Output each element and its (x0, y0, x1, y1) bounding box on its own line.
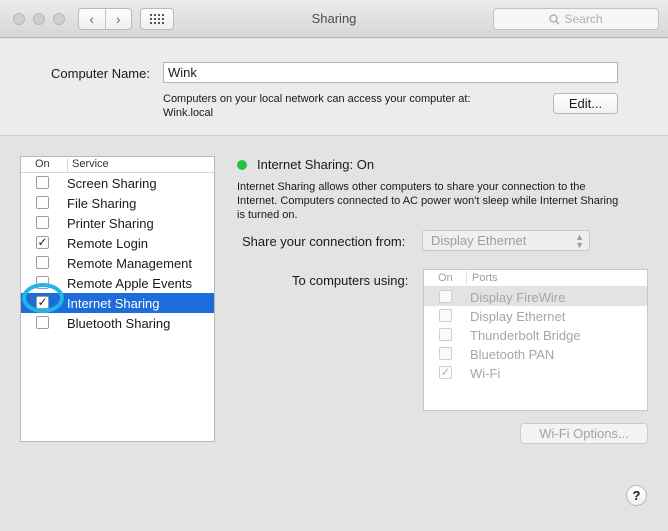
wifi-options-button[interactable]: Wi-Fi Options... (520, 423, 648, 444)
highlight-ring-annotation (22, 283, 64, 313)
port-checkbox[interactable]: ✓ (439, 366, 452, 379)
share-from-select[interactable]: Display Ethernet ▲ ▼ (422, 230, 590, 251)
service-row[interactable]: Bluetooth Sharing (21, 313, 214, 333)
ports-list: On Ports Display FireWire Display Ethern… (423, 269, 648, 411)
service-checkbox[interactable] (36, 316, 49, 329)
service-label: Printer Sharing (67, 216, 154, 231)
service-row[interactable]: Remote Management (21, 253, 214, 273)
port-row[interactable]: Display Ethernet (424, 306, 647, 325)
service-label: Remote Apple Events (67, 276, 193, 291)
services-header: On Service (21, 157, 214, 173)
computer-name-section: Computer Name: Wink Computers on your lo… (0, 39, 668, 136)
header-on: On (35, 158, 50, 170)
service-label: Internet Sharing (67, 296, 160, 311)
service-label: Bluetooth Sharing (67, 316, 171, 331)
service-label: Remote Management (67, 256, 193, 271)
computer-name-note: Computers on your local network can acce… (163, 92, 523, 120)
service-checkbox[interactable] (36, 256, 49, 269)
port-row[interactable]: ✓ Wi-Fi (424, 363, 647, 382)
port-row[interactable]: Display FireWire (424, 287, 647, 306)
updown-arrows-icon: ▲ ▼ (575, 232, 584, 250)
service-label: Remote Login (67, 236, 148, 251)
services-list: On Service Screen Sharing File Sharing P… (20, 156, 215, 442)
service-row[interactable]: Screen Sharing (21, 173, 214, 193)
share-from-label: Share your connection from: (242, 234, 406, 249)
port-label: Display Ethernet (470, 309, 566, 324)
ports-header: On Ports (424, 270, 647, 287)
service-label: File Sharing (67, 196, 137, 211)
computer-name-note-line: Computers on your local network can acce… (163, 93, 471, 105)
status-dot-icon (237, 160, 247, 170)
service-row[interactable]: ✓ Remote Login (21, 233, 214, 253)
port-label: Display FireWire (470, 290, 566, 305)
computer-name-label: Computer Name: (51, 66, 150, 81)
help-button[interactable]: ? (626, 485, 647, 506)
sharing-status: Internet Sharing: On (257, 157, 375, 172)
port-row[interactable]: Thunderbolt Bridge (424, 325, 647, 344)
local-hostname: Wink.local (163, 107, 214, 119)
service-label: Screen Sharing (67, 176, 157, 191)
search-icon (549, 13, 560, 24)
ports-header-on: On (438, 272, 453, 284)
service-checkbox[interactable] (36, 216, 49, 229)
port-checkbox[interactable] (439, 328, 452, 341)
edit-button[interactable]: Edit... (553, 93, 618, 114)
service-checkbox[interactable] (36, 176, 49, 189)
port-checkbox[interactable] (439, 290, 452, 303)
search-placeholder: Search (564, 12, 603, 26)
share-from-value: Display Ethernet (431, 233, 527, 248)
sharing-description: Internet Sharing allows other computers … (237, 181, 619, 221)
service-row[interactable]: Printer Sharing (21, 213, 214, 233)
service-row[interactable]: File Sharing (21, 193, 214, 213)
port-label: Wi-Fi (470, 366, 501, 381)
port-label: Bluetooth PAN (470, 347, 555, 362)
port-label: Thunderbolt Bridge (470, 328, 581, 343)
port-row[interactable]: Bluetooth PAN (424, 344, 647, 363)
search-field[interactable]: Search (493, 8, 659, 30)
port-checkbox[interactable] (439, 309, 452, 322)
title-bar: ‹ › Sharing Search (0, 0, 668, 38)
service-checkbox[interactable]: ✓ (36, 236, 49, 249)
header-service: Service (67, 158, 109, 172)
ports-header-ports: Ports (466, 271, 498, 285)
port-checkbox[interactable] (439, 347, 452, 360)
to-computers-label: To computers using: (292, 273, 409, 288)
computer-name-input[interactable]: Wink (163, 62, 618, 83)
service-checkbox[interactable] (36, 196, 49, 209)
